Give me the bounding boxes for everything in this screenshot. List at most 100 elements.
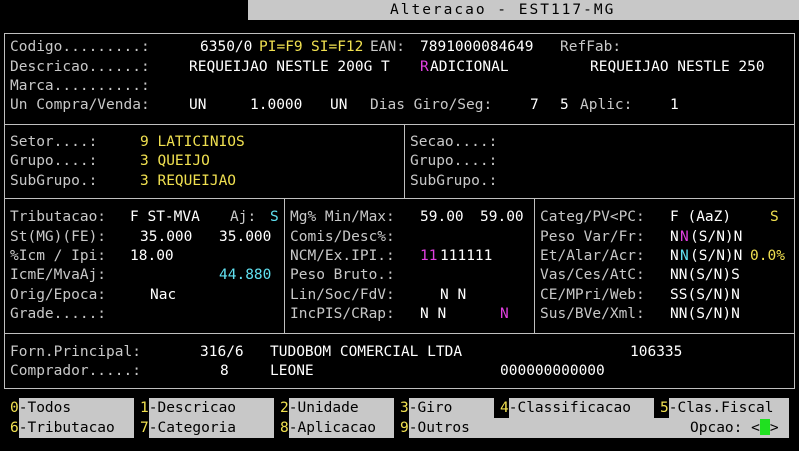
menu-label: -Categoria — [148, 418, 274, 438]
descricao-cursor-char[interactable]: R — [420, 58, 429, 76]
un-venda-value[interactable]: UN — [330, 96, 347, 114]
pesovar-a[interactable]: N — [670, 228, 679, 246]
icm-label: %Icm / Ipi: — [10, 248, 107, 264]
mg-label: Mg% Min/Max: — [290, 209, 395, 225]
lin-value[interactable]: N N — [440, 286, 466, 304]
et-a[interactable]: N — [670, 247, 679, 265]
st-value-1[interactable]: 35.000 — [140, 228, 192, 246]
inc-value-2[interactable]: N — [500, 305, 509, 323]
menu-item-aplicacao[interactable]: 8-Aplicacao — [280, 418, 395, 438]
menu-key: 0 — [10, 400, 19, 416]
menu-key: 8 — [280, 420, 289, 436]
menu-row-2: 6-Tributacao 7-Categoria 8-Aplicacao 9-O… — [0, 418, 799, 438]
ean-value[interactable]: 7891000084649 — [420, 38, 534, 56]
window-title: Alteracao - EST117-MG — [390, 2, 616, 18]
categ-label: Categ/PV<PC: — [540, 209, 645, 225]
mg-min-value[interactable]: 59.00 — [420, 208, 464, 226]
fator-value[interactable]: 1.0000 — [250, 96, 302, 114]
aj-value[interactable]: S — [270, 208, 279, 226]
divider-v3 — [534, 198, 535, 333]
menu-key: 1 — [140, 400, 149, 416]
text-cursor[interactable] — [759, 419, 770, 435]
menu-item-tributacao[interactable]: 6-Tributacao — [10, 418, 135, 438]
ncm-label: NCM/Ex.IPI.: — [290, 248, 395, 264]
diasgiro-value[interactable]: 7 — [530, 96, 539, 114]
aplic-label: Aplic: — [580, 97, 633, 113]
ce-label: CE/MPri/Web: — [540, 287, 645, 303]
marca-label: Marca..........: — [10, 78, 150, 94]
aplic-value[interactable]: 1 — [670, 96, 679, 114]
peso-bruto-label: Peso Bruto.: — [290, 267, 395, 283]
menu-key: 5 — [660, 400, 669, 416]
vas-value[interactable]: NN(S/N)S — [670, 266, 740, 284]
et-c[interactable]: (S/N)N — [690, 247, 742, 265]
frame-bottom — [4, 388, 795, 389]
sus-label: Sus/BVe/Xml: — [540, 306, 645, 322]
et-b[interactable]: N — [680, 247, 689, 265]
pesovar-b[interactable]: N — [680, 228, 689, 246]
descricao-value-c[interactable]: ADICIONAL — [430, 58, 509, 76]
menu-row-1: 0-Todos 1-Descricao 2-Unidade 3-Giro 4-C… — [0, 398, 799, 418]
menu-item-descricao[interactable]: 1-Descricao — [140, 398, 275, 418]
icm-value[interactable]: 18.00 — [130, 247, 174, 265]
sus-value[interactable]: NN(S/N)N — [670, 305, 740, 323]
menu-key: 9 — [400, 420, 409, 436]
divider-v2 — [284, 198, 285, 333]
divider-3 — [4, 333, 795, 334]
ean-label: EAN: — [370, 39, 405, 55]
frame-top — [4, 33, 795, 34]
categ-value[interactable]: F (AaZ) — [670, 208, 731, 226]
menu-key: 7 — [140, 420, 149, 436]
descricao-value-a[interactable]: REQUEIJAO NESTLE 200G T — [189, 58, 390, 76]
grupo-label: Grupo....: — [10, 153, 98, 169]
inc-label: IncPIS/CRap: — [290, 306, 395, 322]
menu-item-clas-fiscal[interactable]: 5-Clas.Fiscal — [660, 398, 790, 418]
menu-item-classificacao[interactable]: 4-Classificacao — [500, 398, 655, 418]
forn-code[interactable]: 316/6 — [200, 343, 244, 361]
forn-label: Forn.Principal: — [10, 344, 141, 360]
ce-value[interactable]: SS(S/N)N — [670, 286, 740, 304]
subgrupo-value[interactable]: 3 REQUEIJAO — [140, 172, 236, 190]
diasgiro-label: Dias Giro/Seg: — [370, 97, 493, 113]
menu-label: -Giro — [408, 398, 494, 418]
menu-item-todos[interactable]: 0-Todos — [10, 398, 135, 418]
pesovar-label: Peso Var/Fr: — [540, 229, 645, 245]
menu-label: -Aplicacao — [288, 418, 394, 438]
orig-label: Orig/Epoca: — [10, 287, 107, 303]
descricao-short-value[interactable]: REQUEIJAO NESTLE 250 — [590, 58, 765, 76]
menu-label: -Unidade — [288, 398, 394, 418]
menu-item-giro[interactable]: 3-Giro — [400, 398, 495, 418]
title-bar: Alteracao - EST117-MG — [0, 0, 799, 20]
ncm-value-highlight[interactable]: 11 — [420, 247, 437, 265]
inc-value[interactable]: N N — [420, 305, 446, 323]
divider-2 — [4, 198, 795, 199]
comprador-label: Comprador.....: — [10, 363, 141, 379]
tributacao-value[interactable]: F ST-MVA — [130, 208, 200, 226]
icme-value[interactable]: 44.880 — [219, 266, 271, 284]
pesovar-c[interactable]: (S/N)N — [690, 228, 742, 246]
ncm-value[interactable]: 111111 — [440, 247, 492, 265]
menu-key: 6 — [10, 420, 19, 436]
menu-item-unidade[interactable]: 2-Unidade — [280, 398, 395, 418]
comis-label: Comis/Desc%: — [290, 229, 395, 245]
menu-item-categoria[interactable]: 7-Categoria — [140, 418, 275, 438]
opcao-prompt[interactable]: Opcao: < > — [690, 418, 790, 438]
orig-value[interactable]: Nac — [150, 286, 176, 304]
un-compra-value[interactable]: UN — [189, 96, 206, 114]
lin-label: Lin/Soc/FdV: — [290, 287, 395, 303]
et-pct[interactable]: 0.0% — [750, 247, 785, 265]
subgrupo-label: SubGrupo.: — [10, 173, 98, 189]
aj-label: Aj: — [230, 209, 257, 225]
si-hint: SI=F12 — [311, 39, 364, 55]
forn-num: 106335 — [630, 344, 683, 360]
menu-key: 4 — [500, 400, 509, 416]
st-value-2[interactable]: 35.000 — [219, 228, 271, 246]
setor-value[interactable]: 9 LATICINIOS — [140, 133, 245, 151]
codigo-value[interactable]: 6350/0 — [200, 38, 252, 56]
grupo-value[interactable]: 3 QUEIJO — [140, 152, 210, 170]
mg-max-value[interactable]: 59.00 — [480, 208, 524, 226]
comprador-code[interactable]: 8 — [220, 362, 229, 380]
grupo2-label: Grupo....: — [410, 153, 498, 169]
categ-flag[interactable]: S — [770, 208, 779, 226]
seg-value[interactable]: 5 — [560, 96, 569, 114]
